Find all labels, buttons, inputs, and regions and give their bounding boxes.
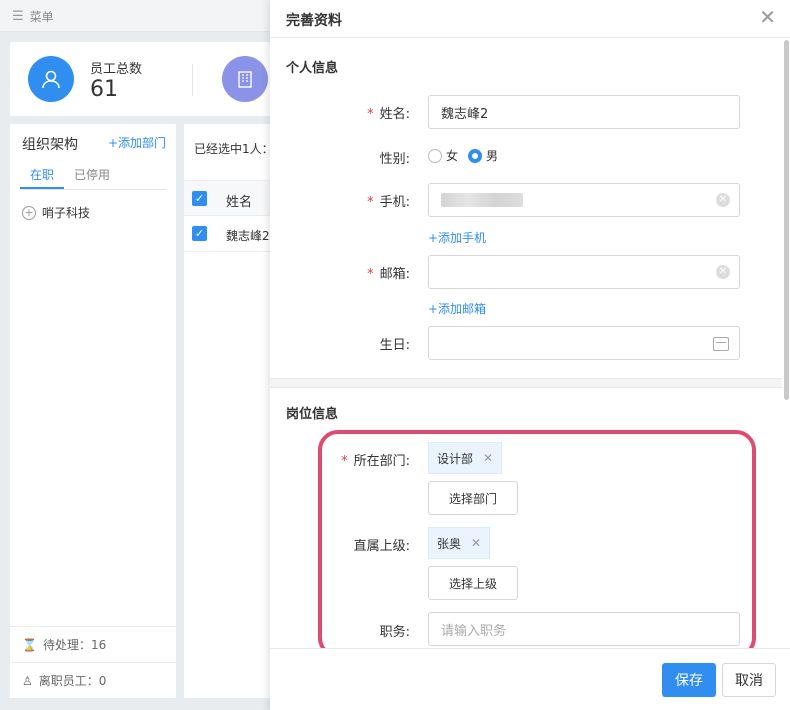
- birthday-input[interactable]: [428, 326, 740, 360]
- resigned-item[interactable]: ♙ 离职员工：0: [10, 662, 176, 698]
- resigned-label: 离职员工：0: [38, 674, 107, 688]
- name-label: * 姓名:: [270, 103, 410, 122]
- org-tree-node[interactable]: + 哨子科技: [22, 204, 90, 221]
- hourglass-icon: ⌛: [22, 637, 37, 652]
- row-name: 魏志峰2: [226, 229, 270, 243]
- expand-icon[interactable]: +: [22, 205, 36, 220]
- clear-icon[interactable]: ✕: [716, 193, 730, 207]
- section-separator: [270, 378, 782, 388]
- phone-input[interactable]: ✕: [428, 183, 740, 217]
- stats-card: 员工总数 61: [10, 42, 300, 116]
- cancel-button[interactable]: 取消: [722, 663, 776, 697]
- table-row[interactable]: ✓ 魏志峰2: [184, 216, 284, 252]
- selected-info: 已经选中1人：: [194, 142, 274, 156]
- job-section-title: 岗位信息: [286, 407, 339, 422]
- tab-disabled[interactable]: 已停用: [64, 162, 120, 189]
- building-icon: [222, 56, 268, 102]
- calendar-icon[interactable]: [713, 337, 729, 351]
- gender-label: 性别:: [379, 152, 410, 167]
- stat-divider: [192, 64, 193, 96]
- add-email-link[interactable]: +添加邮箱: [428, 300, 486, 317]
- email-input[interactable]: ✕: [428, 255, 740, 289]
- gender-female-option[interactable]: 女: [428, 147, 458, 164]
- select-all-checkbox[interactable]: ✓: [192, 191, 207, 206]
- personal-section-title: 个人信息: [286, 61, 339, 76]
- required-mark: *: [367, 195, 374, 210]
- birthday-label: 生日:: [379, 338, 410, 353]
- radio-male[interactable]: [468, 148, 483, 163]
- drawer-header: 完善资料 ✕: [270, 0, 790, 38]
- gender-male-label: 男: [486, 149, 499, 163]
- name-label-text: 姓名:: [379, 107, 410, 122]
- scrollbar[interactable]: [784, 40, 789, 400]
- save-button[interactable]: 保存: [662, 663, 716, 697]
- org-root-label: 哨子科技: [42, 206, 91, 220]
- annotation-highlight-box: [318, 430, 756, 658]
- gender-male-option[interactable]: 男: [468, 147, 498, 164]
- user-icon: [28, 56, 74, 102]
- column-name-header: 姓名: [226, 195, 253, 210]
- table-header: ✓ 姓名: [184, 180, 284, 216]
- pending-label: 待处理：16: [42, 638, 107, 652]
- tab-active[interactable]: 在职: [20, 162, 65, 189]
- org-panel: 组织架构 +添加部门 在职 已停用 + 哨子科技 ⌛ 待处理：16 ♙ 离职员工…: [10, 124, 176, 698]
- phone-label-text: 手机:: [379, 195, 410, 210]
- add-phone-link[interactable]: +添加手机: [428, 229, 486, 246]
- phone-label: * 手机:: [270, 191, 410, 210]
- gender-radio-group: 女 男: [428, 147, 498, 164]
- employee-total-value: 61: [90, 77, 118, 102]
- employee-list-panel: 已经选中1人： ✓ 姓名 ✓ 魏志峰2: [184, 124, 284, 698]
- add-department-link[interactable]: +添加部门: [108, 134, 166, 151]
- row-checkbox[interactable]: ✓: [192, 226, 207, 241]
- email-label-text: 邮箱:: [379, 267, 410, 282]
- pending-item[interactable]: ⌛ 待处理：16: [10, 626, 176, 662]
- required-mark: *: [367, 107, 374, 122]
- employee-total-label: 员工总数: [90, 62, 143, 77]
- drawer-title: 完善资料: [286, 13, 342, 29]
- org-tabs: 在职 已停用: [20, 162, 166, 190]
- name-value: 魏志峰2: [441, 106, 489, 122]
- clear-icon[interactable]: ✕: [716, 265, 730, 279]
- close-icon[interactable]: ✕: [759, 7, 776, 27]
- profile-drawer: 完善资料 ✕ 个人信息 * 姓名: 魏志峰2 性别: 女 男 * 手机: ✕ +添加…: [270, 0, 790, 710]
- user-leave-icon: ♙: [22, 673, 33, 688]
- gender-female-label: 女: [446, 149, 459, 163]
- org-title: 组织架构: [22, 137, 78, 153]
- blurred-phone-value: [441, 193, 523, 207]
- drawer-footer: 保存 取消: [270, 648, 790, 710]
- radio-female[interactable]: [428, 148, 442, 163]
- required-mark: *: [367, 267, 374, 282]
- name-input[interactable]: 魏志峰2: [428, 95, 740, 129]
- menu-toggle[interactable]: ☰ 菜单: [12, 8, 54, 25]
- menu-label: 菜单: [29, 10, 54, 24]
- hamburger-icon: ☰: [12, 9, 24, 24]
- email-label: * 邮箱:: [270, 263, 410, 282]
